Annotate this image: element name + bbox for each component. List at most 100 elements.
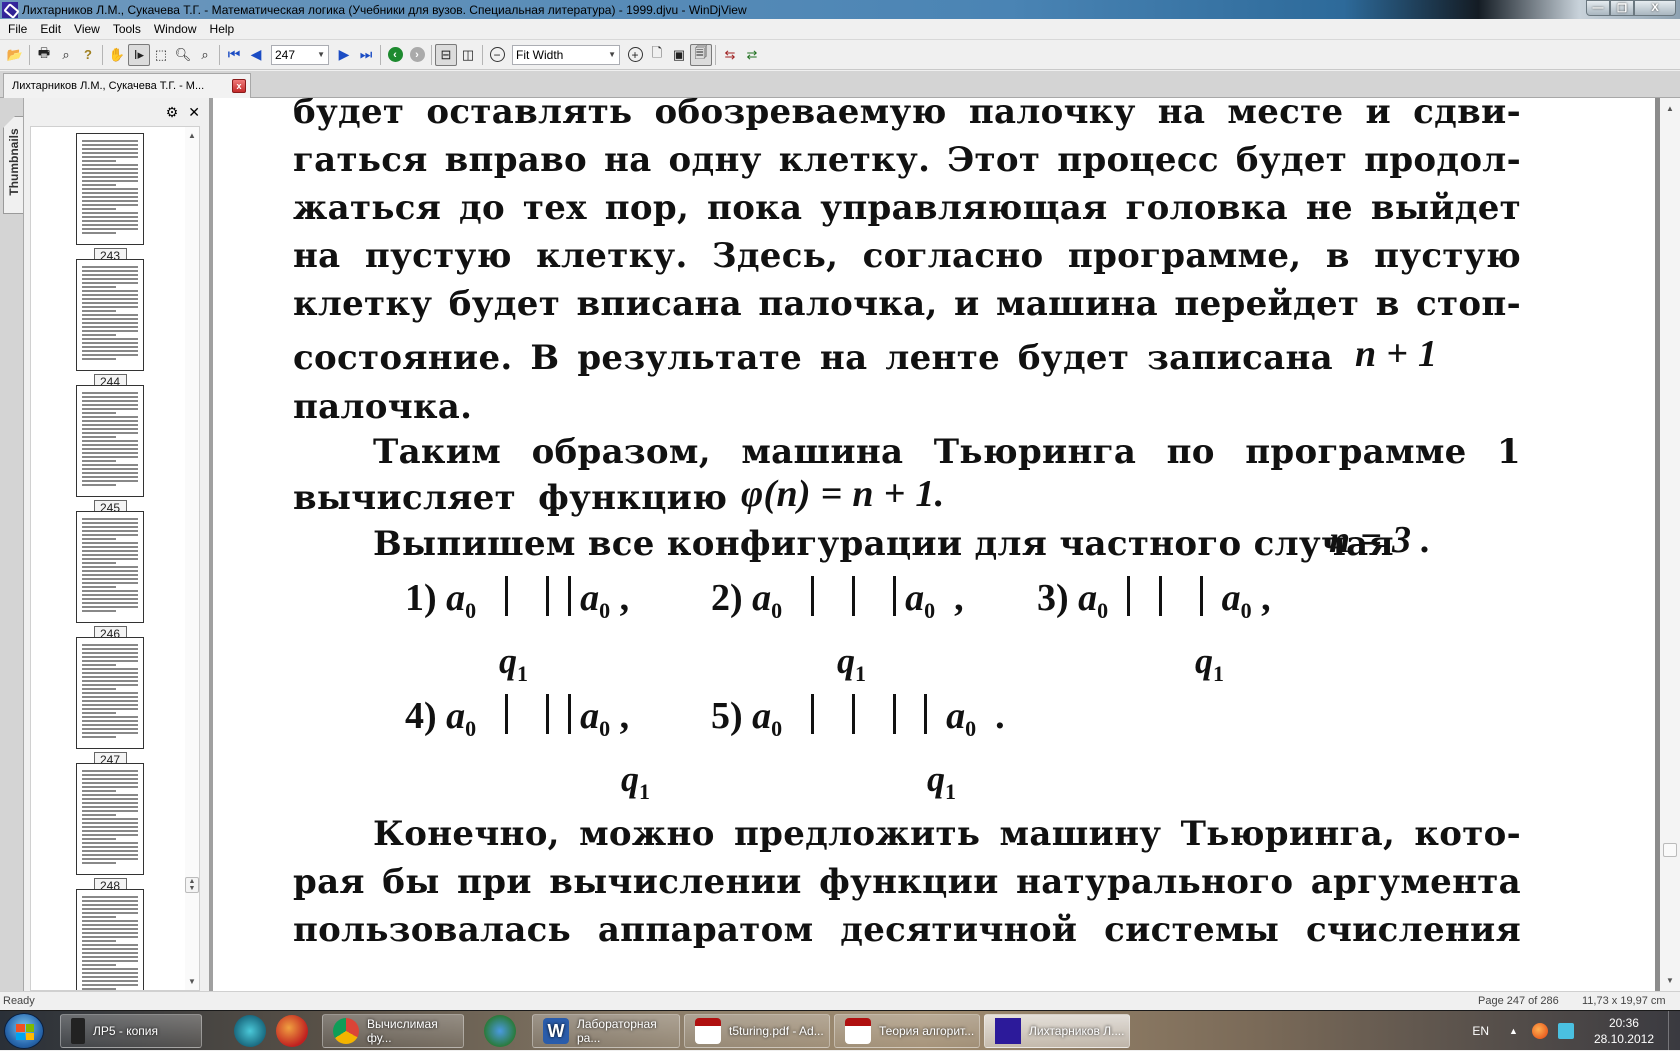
language-indicator[interactable]: EN	[1472, 1024, 1489, 1038]
scroll-up-icon[interactable]: ▲	[188, 131, 196, 140]
close-icon[interactable]: ✕	[188, 104, 200, 121]
windows-taskbar: ЛР5 - копия Вычислимая фу... W Лаборатор…	[0, 1010, 1680, 1051]
zoom-combo[interactable]: Fit Width ▼	[512, 44, 620, 65]
menu-window[interactable]: Window	[148, 22, 204, 36]
taskbar-item-windjview[interactable]: Лихтарников Л....	[984, 1014, 1130, 1048]
gear-icon[interactable]: ⚙	[166, 104, 179, 121]
scroll-down-icon[interactable]: ▼	[1666, 976, 1674, 985]
thumbnail-page-preview[interactable]	[76, 763, 144, 875]
thumbnail-text-line	[82, 342, 138, 344]
thumbnail-text-line	[82, 306, 138, 308]
stick	[924, 694, 928, 734]
thumbnail-item[interactable]: 243	[76, 133, 144, 264]
taskbar-item-chrome[interactable]: Вычислимая фу...	[322, 1014, 464, 1048]
thumbnail-item[interactable]: 247	[76, 637, 144, 768]
scroll-thumb[interactable]	[1663, 843, 1677, 857]
document-tab[interactable]: Лихтарников Л.М., Сукачева Т.Г. - М... x	[3, 73, 251, 98]
thumbnail-text-line	[82, 924, 138, 926]
thumbnail-page-preview[interactable]	[76, 259, 144, 371]
rotate-right-icon[interactable]: ⇄	[741, 44, 763, 66]
thumbnail-page-preview[interactable]	[76, 889, 144, 990]
show-hidden-icons-icon[interactable]: ▲	[1509, 1026, 1518, 1036]
thumbnail-text-line	[82, 326, 138, 328]
show-desktop-button[interactable]	[1668, 1011, 1680, 1051]
zoom-out-icon[interactable]: −	[486, 44, 508, 66]
scroll-thumb[interactable]: ▲ ▼	[185, 877, 199, 893]
thumbnail-item[interactable]: 246	[76, 511, 144, 642]
thumbnail-page-preview[interactable]	[76, 511, 144, 623]
page-continuous-icon[interactable]: 🗐	[690, 43, 712, 66]
page-icon[interactable]: 🗋	[646, 44, 668, 66]
hand-tool-icon[interactable]: ✋	[106, 44, 128, 66]
menu-edit[interactable]: Edit	[34, 22, 68, 36]
menu-help[interactable]: Help	[204, 22, 242, 36]
zoom-in-icon[interactable]: +	[624, 44, 646, 66]
stick	[545, 694, 549, 734]
document-scrollbar[interactable]: ▲ ▼	[1660, 98, 1680, 991]
thumbnail-page-preview[interactable]	[76, 133, 144, 245]
maximize-button[interactable]: ❐	[1610, 0, 1634, 16]
thumbnails-tab[interactable]: Thumbnails	[3, 116, 23, 214]
print-icon[interactable]: 🖶	[33, 44, 55, 66]
thumbnail-scrollbar[interactable]: ▲ ▲ ▼ ▼	[185, 127, 199, 990]
prev-page-icon[interactable]: ◀	[245, 44, 267, 66]
tray-app-icon[interactable]	[1531, 1023, 1548, 1039]
thumbnail-page-preview[interactable]	[76, 637, 144, 749]
zoom-value: Fit Width	[516, 47, 564, 62]
first-page-icon[interactable]: ⏮	[223, 44, 245, 66]
taskbar-item-word[interactable]: W Лабораторная ра...	[532, 1014, 680, 1048]
zoom-rect-icon[interactable]: ⌕	[194, 44, 216, 66]
page-number-combo[interactable]: 247 ▼	[271, 44, 329, 65]
rotate-left-icon[interactable]: ⇆	[719, 44, 741, 66]
thumbnail-page-preview[interactable]	[76, 385, 144, 497]
thumbnail-text-line	[82, 270, 138, 272]
next-page-icon[interactable]: ▶	[333, 44, 355, 66]
single-page-icon[interactable]: ⊟	[435, 43, 457, 66]
thumbnail-item[interactable]: 244	[76, 259, 144, 390]
thumbnail-text-line	[82, 794, 138, 796]
minimize-button[interactable]: —	[1586, 0, 1610, 16]
thumbnail-list[interactable]: ▲ ▲▼ ▼ 243244245246247248249	[30, 126, 200, 991]
download-manager-icon[interactable]	[484, 1015, 516, 1047]
network-icon[interactable]	[1557, 1023, 1574, 1039]
scroll-up-icon[interactable]: ▲	[1666, 104, 1674, 113]
rect-select-icon[interactable]: ⬚	[150, 44, 172, 66]
thumbnail-text-line	[82, 932, 138, 934]
thumbnail-item[interactable]: 248	[76, 763, 144, 894]
text-line: на пустую клетку. Здесь, согласно програ…	[293, 236, 1521, 276]
close-button[interactable]: X	[1634, 0, 1676, 16]
taskbar-item-pdf-2[interactable]: Теория алгорит...	[834, 1014, 980, 1048]
taskbar-item-pdf-1[interactable]: t5turing.pdf - Ad...	[684, 1014, 830, 1048]
back-icon[interactable]: ‹	[384, 44, 406, 66]
menu-tools[interactable]: Tools	[107, 22, 148, 36]
last-page-icon[interactable]: ⏭	[355, 44, 377, 66]
ccleaner-icon[interactable]	[276, 1015, 308, 1047]
taskbar-item-folder[interactable]: ЛР5 - копия	[60, 1014, 202, 1048]
subscript: 0	[599, 598, 611, 623]
zoom-icon[interactable]: 🔍︎	[172, 44, 194, 66]
forward-icon[interactable]: ›	[406, 44, 428, 66]
thumbnail-item[interactable]: 245	[76, 385, 144, 516]
menu-view[interactable]: View	[68, 22, 107, 36]
document-view[interactable]: будет оставлять обозреваемую палочку на …	[209, 98, 1667, 991]
start-button[interactable]	[4, 1013, 44, 1049]
menu-file[interactable]: File	[2, 22, 34, 36]
thumbnail-text-line	[82, 850, 138, 852]
thumbnail-text-line	[82, 940, 116, 942]
thumbnail-text-line	[82, 842, 138, 844]
open-icon[interactable]: 📂	[4, 44, 26, 66]
help-icon[interactable]: ?	[77, 44, 99, 66]
find-icon[interactable]: ⌕	[55, 44, 77, 66]
scroll-down-icon[interactable]: ▼	[188, 977, 196, 986]
thumbnail-text-line	[82, 854, 138, 856]
clock[interactable]: 20:36 28.10.2012	[1594, 1015, 1654, 1047]
select-tool-icon[interactable]: I▸	[128, 43, 150, 66]
thumbnail-item[interactable]: 249	[76, 889, 144, 990]
media-player-icon[interactable]	[234, 1015, 266, 1047]
page-fit-icon[interactable]: ▣	[668, 44, 690, 66]
thumbnail-text-line	[82, 964, 116, 966]
facing-pages-icon[interactable]: ◫	[457, 44, 479, 66]
thumbnail-text-line	[82, 460, 116, 462]
close-tab-icon[interactable]: x	[232, 79, 246, 93]
thumbnail-text-line	[82, 354, 138, 356]
